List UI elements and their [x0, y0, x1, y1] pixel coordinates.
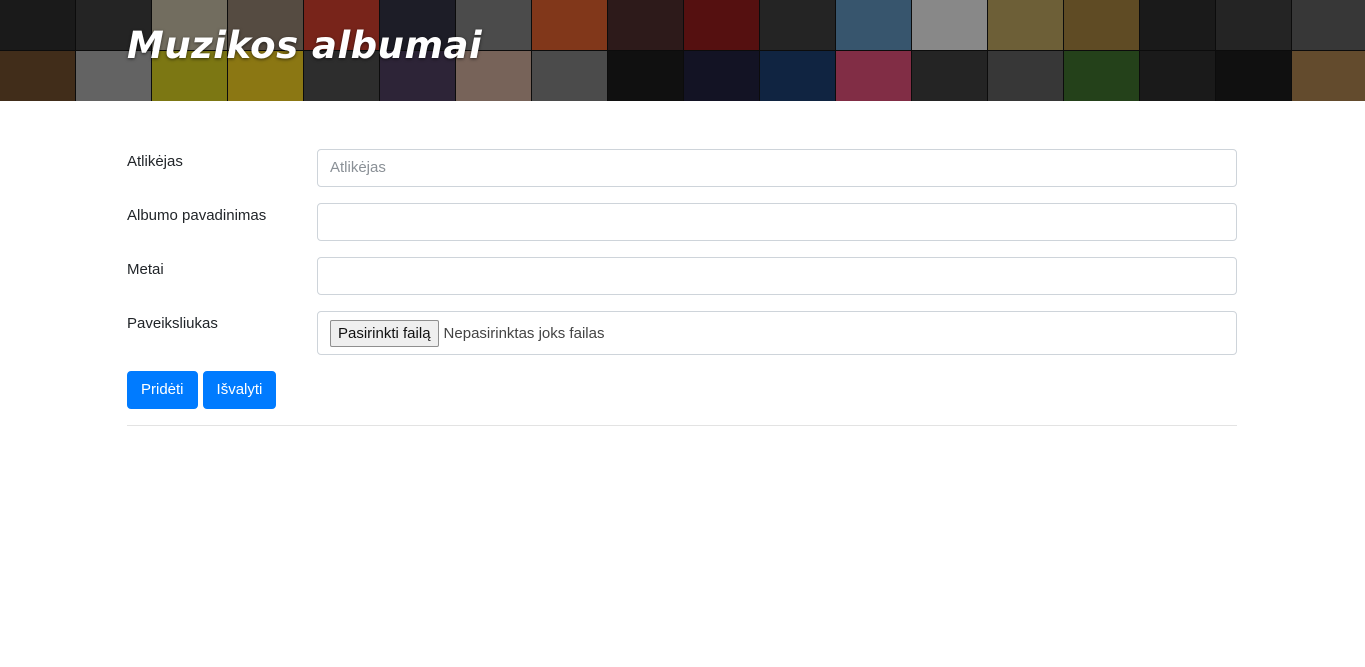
image-label: Paveiksliukas — [127, 315, 218, 332]
page-title: Muzikos albumai — [127, 24, 483, 67]
divider — [127, 425, 1237, 426]
year-row: Metai — [127, 257, 1237, 295]
image-row: Paveiksliukas Pasirinkti failą Nepasirin… — [127, 311, 1237, 355]
album-input[interactable] — [317, 203, 1237, 241]
file-status: Nepasirinktas joks failas — [443, 324, 605, 342]
album-label: Albumo pavadinimas — [127, 207, 267, 224]
form-actions: Pridėti Išvalyti — [127, 371, 1237, 409]
album-form: Atlikėjas Atlikėjas Albumo pavadinimas M… — [127, 149, 1237, 426]
clear-button[interactable]: Išvalyti — [202, 371, 277, 409]
file-input[interactable]: Pasirinkti failą Nepasirinktas joks fail… — [317, 311, 1237, 355]
artist-label: Atlikėjas — [127, 153, 183, 170]
add-button[interactable]: Pridėti — [127, 371, 198, 409]
artist-placeholder: Atlikėjas — [330, 159, 386, 176]
choose-file-button[interactable]: Pasirinkti failą — [330, 319, 439, 347]
album-row: Albumo pavadinimas — [127, 203, 1237, 241]
year-label: Metai — [127, 261, 164, 278]
year-input[interactable] — [317, 257, 1237, 295]
artist-input[interactable]: Atlikėjas — [317, 149, 1237, 187]
header-banner: Muzikos albumai — [0, 0, 1365, 101]
artist-row: Atlikėjas Atlikėjas — [127, 149, 1237, 187]
